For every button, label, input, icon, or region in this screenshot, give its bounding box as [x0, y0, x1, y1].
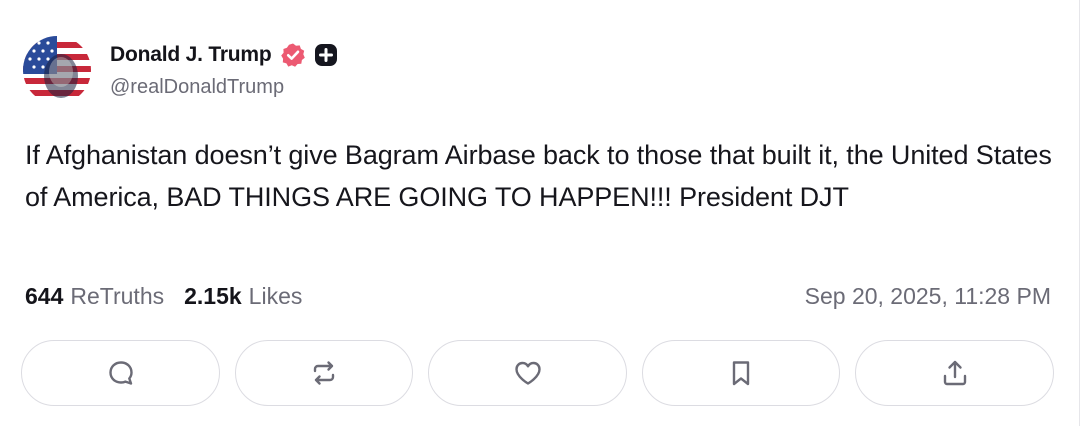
post-stats: 644 ReTruths 2.15k Likes: [25, 283, 302, 310]
retruth-button[interactable]: [235, 340, 413, 406]
truth-post-card: Donald J. Trump @realDonaldTrump If Afgh…: [0, 0, 1080, 426]
share-button[interactable]: [855, 340, 1054, 406]
likes-label: Likes: [248, 283, 303, 309]
avatar[interactable]: [23, 36, 91, 104]
heart-icon: [514, 361, 541, 385]
bookmark-button[interactable]: [642, 340, 840, 406]
author-name[interactable]: Donald J. Trump: [110, 43, 272, 67]
like-button[interactable]: [428, 340, 627, 406]
flag-portrait-avatar-icon: [23, 36, 91, 104]
author-handle[interactable]: @realDonaldTrump: [110, 76, 284, 99]
retruths-stat[interactable]: 644 ReTruths: [25, 283, 164, 310]
reply-icon: [108, 361, 133, 385]
action-bar: [21, 340, 1056, 408]
plus-badge-icon: [314, 43, 338, 67]
reply-button[interactable]: [21, 340, 220, 406]
post-text: If Afghanistan doesn’t give Bagram Airba…: [25, 140, 1052, 212]
post-timestamp[interactable]: Sep 20, 2025, 11:28 PM: [805, 283, 1051, 310]
bookmark-icon: [732, 361, 750, 386]
author-name-row: Donald J. Trump: [110, 40, 338, 70]
retruths-label: ReTruths: [70, 283, 165, 309]
retruths-count: 644: [25, 283, 64, 309]
likes-count: 2.15k: [184, 283, 242, 309]
likes-stat[interactable]: 2.15k Likes: [184, 283, 302, 310]
share-icon: [943, 360, 966, 386]
retruth-icon: [313, 361, 335, 385]
verified-badge-icon: [280, 42, 306, 68]
